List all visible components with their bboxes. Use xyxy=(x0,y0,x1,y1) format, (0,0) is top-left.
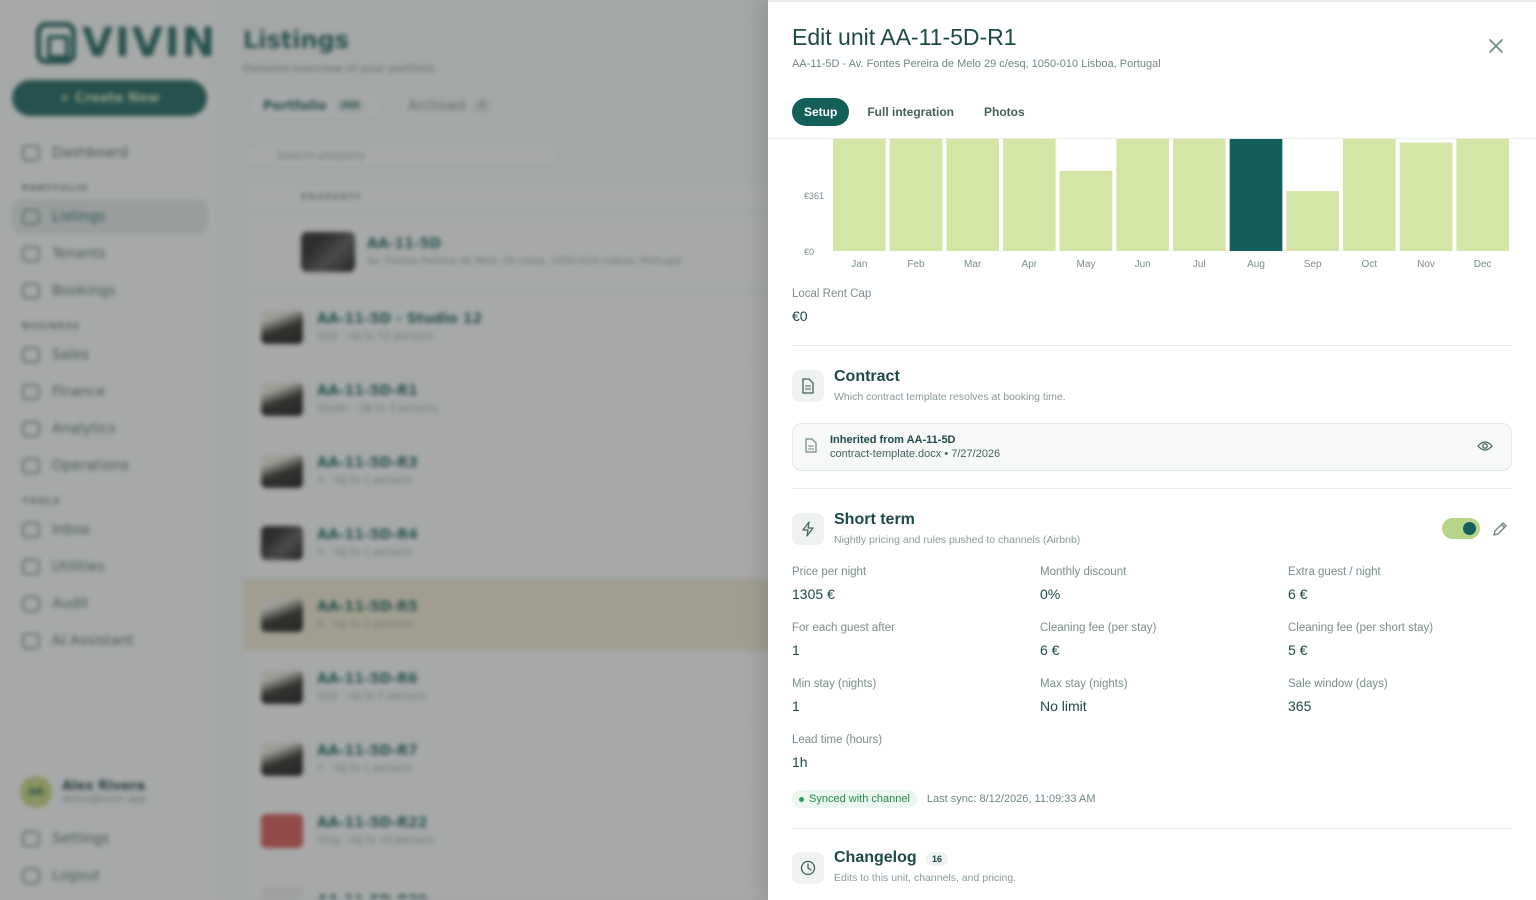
field-label: For each guest after xyxy=(792,622,895,634)
contract-title: Contract xyxy=(834,368,900,385)
sync-badge-label: Synced with channel xyxy=(809,793,910,805)
x-tick-label: May xyxy=(1077,259,1096,270)
short-term-subtitle: Nightly pricing and rules pushed to chan… xyxy=(834,534,1081,546)
short-term-title: Short term xyxy=(834,511,915,528)
field-label: Cleaning fee (per short stay) xyxy=(1288,622,1434,634)
x-tick-label: Feb xyxy=(907,259,925,270)
bar-may[interactable] xyxy=(1059,170,1113,251)
field-cleaning-fee-per-short-stay: Cleaning fee (per short stay) 5 € xyxy=(1288,622,1536,666)
field-value: No limit xyxy=(1040,698,1087,714)
bar-dec[interactable] xyxy=(1456,139,1509,251)
field-value: 5 € xyxy=(1288,642,1308,658)
rent-cap-value: €0 xyxy=(792,308,808,324)
field-value: 1 xyxy=(792,642,800,658)
field-label: Price per night xyxy=(792,566,867,578)
field-label: Lead time (hours) xyxy=(792,734,883,746)
field-lead-time-hours: Lead time (hours) 1h xyxy=(792,734,1040,778)
toggle-knob xyxy=(1463,522,1476,535)
tab-setup[interactable]: Setup xyxy=(792,98,850,126)
divider xyxy=(792,828,1512,829)
contract-inherited-label: Inherited from AA-11-5D xyxy=(830,434,956,446)
field-value: 1 xyxy=(792,698,800,714)
field-label: Max stay (nights) xyxy=(1040,678,1128,690)
drawer-header: Edit unit AA-11-5D-R1 AA-11-5D - Av. Fon… xyxy=(768,2,1536,139)
x-tick-label: Aug xyxy=(1247,259,1265,270)
field-label: Monthly discount xyxy=(1040,566,1127,578)
bar-oct[interactable] xyxy=(1343,139,1396,251)
field-value: 0% xyxy=(1040,586,1061,602)
bar-mar[interactable] xyxy=(946,139,999,251)
field-value: 1305 € xyxy=(792,586,835,602)
status-dot-icon xyxy=(799,796,804,802)
y-tick-label: €0 xyxy=(804,247,814,257)
document-icon xyxy=(792,370,824,402)
bar-jul[interactable] xyxy=(1173,139,1226,251)
short-term-fields: Price per night 1305 € Monthly discount 0% E… xyxy=(792,566,1536,778)
field-label: Min stay (nights) xyxy=(792,678,877,690)
bar-aug[interactable] xyxy=(1229,139,1283,251)
edit-unit-drawer: Edit unit AA-11-5D-R1 AA-11-5D - Av. Fon… xyxy=(768,0,1536,900)
field-label: Extra guest / night xyxy=(1288,566,1381,578)
field-for-each-guest-after: For each guest after 1 xyxy=(792,622,1040,666)
field-label: Cleaning fee (per stay) xyxy=(1040,622,1157,634)
x-tick-label: Jul xyxy=(1193,259,1206,270)
field-value: 6 € xyxy=(1040,642,1060,658)
divider xyxy=(792,345,1512,346)
eye-icon[interactable] xyxy=(1477,439,1493,458)
changelog-subtitle: Edits to this unit, channels, and pricin… xyxy=(834,872,1017,884)
bar-apr[interactable] xyxy=(1003,139,1056,251)
sync-badge: Synced with channel xyxy=(792,790,917,808)
field-min-stay-nights: Min stay (nights) 1 xyxy=(792,678,1040,722)
field-cleaning-fee-per-stay: Cleaning fee (per stay) 6 € xyxy=(1040,622,1288,666)
drawer-body: €0 €361 Jan Feb Mar Apr May Jun Jul Aug Sep Oct Nov D… xyxy=(768,139,1536,900)
rent-cap: Local Rent Cap €0 xyxy=(792,288,871,324)
contract-file-info: contract-template.docx • 7/27/2026 xyxy=(830,448,1001,460)
field-value: 365 xyxy=(1288,698,1312,714)
rent-cap-label: Local Rent Cap xyxy=(792,288,872,300)
field-value: 1h xyxy=(792,754,808,770)
lightning-icon xyxy=(792,513,824,545)
divider xyxy=(792,488,1512,489)
bar-jan[interactable] xyxy=(833,139,886,251)
changelog-count: 16 xyxy=(926,852,949,866)
field-max-stay-nights: Max stay (nights) No limit xyxy=(1040,678,1288,722)
x-tick-label: Oct xyxy=(1362,259,1378,270)
contract-card[interactable]: Inherited from AA-11-5D contract-templat… xyxy=(792,423,1512,471)
y-tick-label: €361 xyxy=(804,191,824,201)
bar-jun[interactable] xyxy=(1116,139,1169,251)
field-label: Sale window (days) xyxy=(1288,678,1388,690)
monthly-pricing-chart: €0 €361 Jan Feb Mar Apr May Jun Jul Aug Sep Oct Nov D… xyxy=(792,139,1512,279)
pencil-icon[interactable] xyxy=(1492,521,1508,542)
bar-feb[interactable] xyxy=(889,139,943,251)
x-tick-label: Sep xyxy=(1304,259,1322,270)
field-value: 6 € xyxy=(1288,586,1308,602)
drawer-subtitle: AA-11-5D - Av. Fontes Pereira de Melo 29… xyxy=(792,58,1161,70)
field-extra-guest-night: Extra guest / night 6 € xyxy=(1288,566,1536,610)
field-monthly-discount: Monthly discount 0% xyxy=(1040,566,1288,610)
bar-chart: €0 €361 Jan Feb Mar Apr May Jun Jul Aug Sep Oct Nov D… xyxy=(804,139,1509,270)
x-tick-label: Dec xyxy=(1474,259,1492,270)
x-tick-label: Apr xyxy=(1022,259,1038,270)
changelog-title: Changelog xyxy=(834,849,917,866)
last-sync: Last sync: 8/12/2026, 11:09:33 AM xyxy=(926,793,1096,805)
file-icon xyxy=(805,438,817,458)
field-sale-window-days: Sale window (days) 365 xyxy=(1288,678,1536,722)
x-tick-label: Mar xyxy=(964,259,982,270)
tab-full-integration[interactable]: Full integration xyxy=(855,98,966,126)
drawer-tabs: Setup Full integration Photos xyxy=(792,98,1037,126)
x-tick-label: Jun xyxy=(1135,259,1151,270)
drawer-title: Edit unit AA-11-5D-R1 xyxy=(792,24,1017,50)
x-tick-label: Jan xyxy=(851,259,867,270)
clock-icon xyxy=(792,852,824,884)
sync-status: Synced with channel Last sync: 8/12/2026… xyxy=(792,790,1095,808)
contract-subtitle: Which contract template resolves at book… xyxy=(834,391,1066,403)
bar-sep[interactable] xyxy=(1286,191,1339,251)
tab-photos[interactable]: Photos xyxy=(972,98,1037,126)
field-price-per-night: Price per night 1305 € xyxy=(792,566,1040,610)
close-icon[interactable] xyxy=(1484,36,1508,60)
x-tick-label: Nov xyxy=(1417,259,1435,270)
bar-nov[interactable] xyxy=(1399,142,1453,251)
short-term-toggle[interactable] xyxy=(1442,518,1480,539)
